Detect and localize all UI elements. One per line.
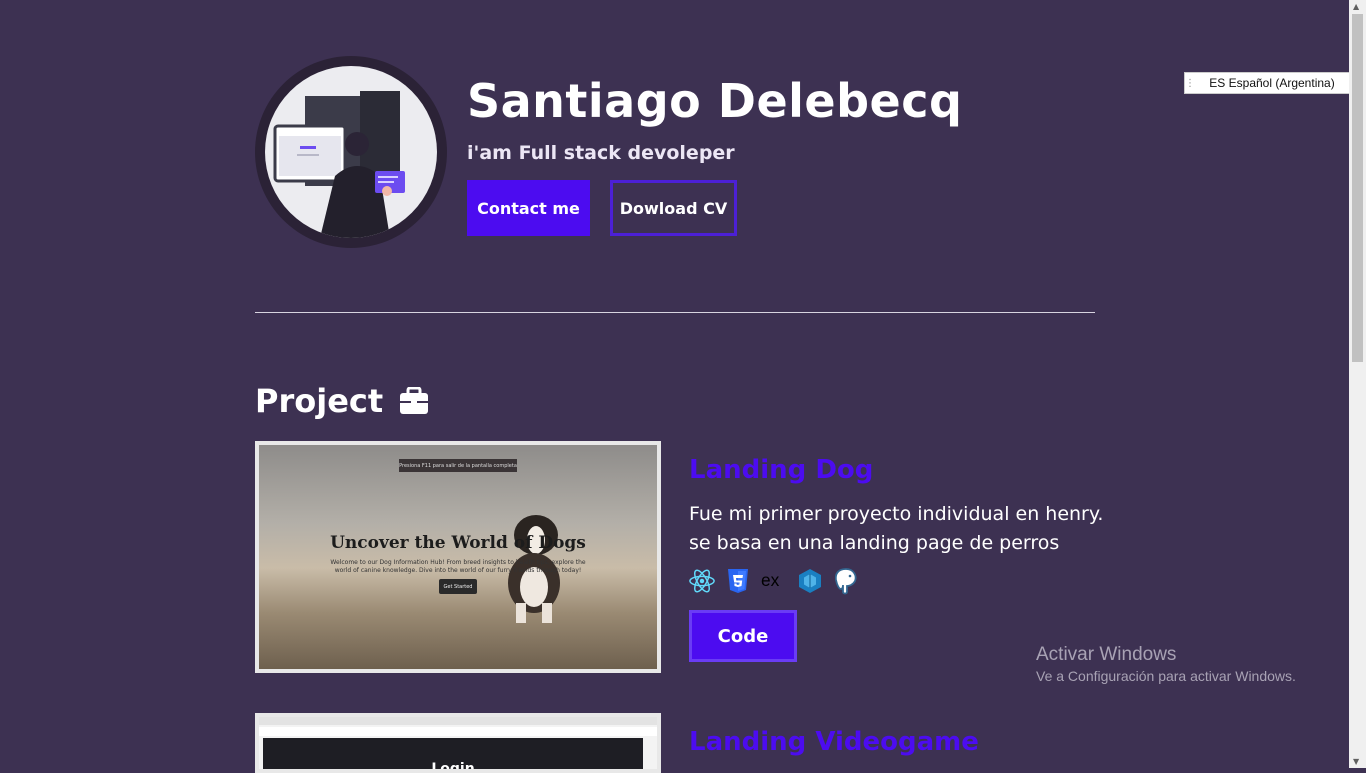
browser-window: Login xyxy=(259,717,657,769)
react-icon xyxy=(689,568,715,594)
profile-avatar xyxy=(255,56,447,248)
scroll-down-arrow-icon[interactable]: ▼ xyxy=(1353,757,1359,766)
fullscreen-notice: Presiona F11 para salir de la pantalla c… xyxy=(399,459,517,472)
contact-me-button[interactable]: Contact me xyxy=(467,180,590,236)
tech-stack-icons: ex xyxy=(689,568,859,595)
project-screenshot-landing-videogame[interactable]: Login xyxy=(255,713,661,773)
svg-text:ex: ex xyxy=(761,570,780,590)
page-title: Santiago Delebecq xyxy=(467,74,963,128)
postgresql-icon xyxy=(833,568,859,595)
vertical-scrollbar[interactable]: ▲ ▼ xyxy=(1349,0,1366,768)
browser-tabbar xyxy=(259,717,657,725)
drag-handle-icon[interactable]: ⋮ xyxy=(1185,73,1195,93)
express-icon: ex xyxy=(761,568,787,594)
beach-scene-image xyxy=(259,445,657,669)
activation-watermark-subtitle: Ve a Configuración para activar Windows. xyxy=(1036,668,1296,684)
project-title-landing-videogame[interactable]: Landing Videogame xyxy=(689,727,979,757)
section-divider xyxy=(255,312,1095,313)
briefcase-icon xyxy=(400,387,429,414)
projects-title-text: Project xyxy=(255,382,384,420)
screenshot-hero-title: Uncover the World of Dogs xyxy=(330,533,586,553)
css3-icon xyxy=(725,568,751,594)
activation-watermark-title: Activar Windows xyxy=(1036,644,1177,665)
browser-urlbar xyxy=(259,727,657,736)
screenshot-get-started-button: Get Started xyxy=(439,579,477,594)
download-cv-button[interactable]: Dowload CV xyxy=(610,180,737,236)
role-subtitle: i'am Full stack devoleper xyxy=(467,142,735,164)
project-title-landing-dog[interactable]: Landing Dog xyxy=(689,455,873,485)
sequelize-icon xyxy=(797,568,823,594)
projects-section-title: Project xyxy=(255,382,429,420)
scrollbar-thumb[interactable] xyxy=(1352,14,1363,362)
screenshot-login-title: Login xyxy=(431,761,475,773)
project-description: Fue mi primer proyecto individual en hen… xyxy=(689,503,1104,554)
developer-illustration-icon xyxy=(273,91,405,238)
language-label: ES Español (Argentina) xyxy=(1209,76,1335,90)
language-selector[interactable]: ⋮ ES Español (Argentina) xyxy=(1184,72,1350,94)
screenshot-hero-text: Welcome to our Dog Information Hub! From… xyxy=(330,559,586,574)
avatar-illustration xyxy=(265,66,437,238)
code-button[interactable]: Code xyxy=(689,610,797,662)
app-content: Login xyxy=(263,738,643,769)
project-screenshot-landing-dog[interactable]: Presiona F11 para salir de la pantalla c… xyxy=(255,441,661,673)
scroll-up-arrow-icon[interactable]: ▲ xyxy=(1353,2,1359,11)
